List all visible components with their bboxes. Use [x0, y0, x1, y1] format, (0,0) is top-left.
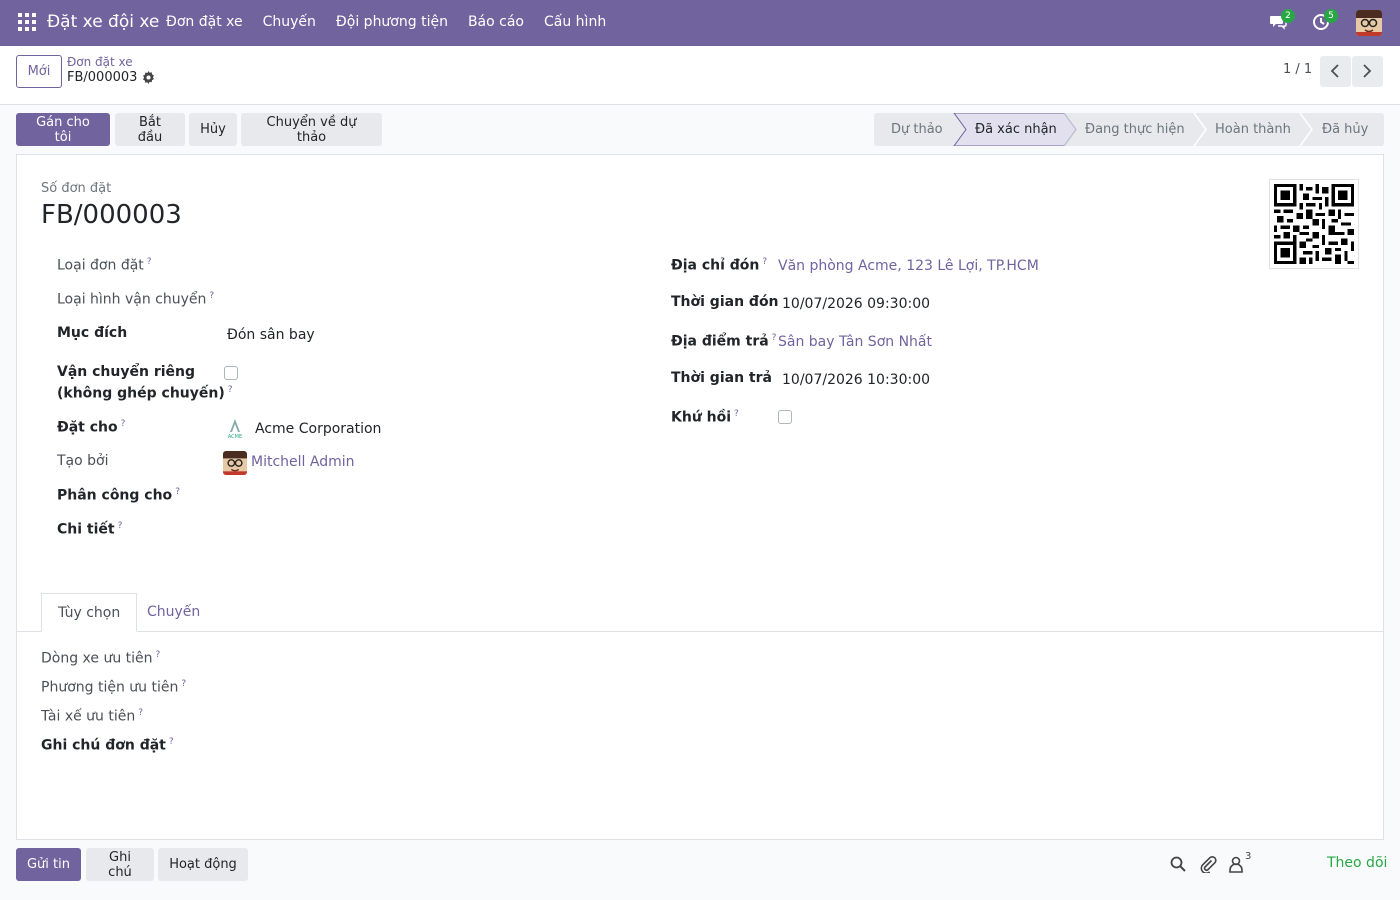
followers-count: 3: [1245, 851, 1252, 862]
user-avatar[interactable]: [1356, 10, 1382, 36]
transport-type-label: Loại hình vận chuyển?: [57, 291, 215, 308]
return-time-label: Thời gian trả: [671, 370, 772, 386]
qr-code: [1269, 179, 1359, 269]
created-by-label: Tạo bởi: [57, 453, 109, 469]
booking-number-label: Số đơn đặt: [41, 181, 112, 196]
control-panel: Mới Đơn đặt xe FB/000003 1 / 1: [0, 46, 1400, 105]
messages-icon[interactable]: 2: [1269, 9, 1295, 33]
stage-confirmed[interactable]: Đã xác nhận: [975, 113, 1057, 146]
purpose-value[interactable]: Đón sân bay: [227, 327, 315, 343]
follow-button[interactable]: Theo dõi: [1327, 855, 1387, 871]
menu-item-reports[interactable]: Báo cáo: [458, 14, 534, 30]
log-note-button[interactable]: Ghi chú: [86, 848, 154, 881]
preferred-model-label: Dòng xe ưu tiên?: [41, 650, 161, 667]
return-time-value[interactable]: 10/07/2026 10:30:00: [782, 372, 930, 388]
pager-next-button[interactable]: [1352, 56, 1383, 87]
followers-icon[interactable]: 3: [1228, 851, 1258, 873]
form-sheet: Số đơn đặt FB/000003 Loại đơn đặt? Loại …: [16, 154, 1384, 840]
booked-for-value[interactable]: Acme Corporation: [255, 421, 381, 437]
pickup-address-label: Địa chỉ đón?: [671, 257, 768, 274]
activity-clock-icon[interactable]: 5: [1312, 9, 1338, 33]
round-trip-label: Khứ hồi?: [671, 409, 739, 426]
tab-trips[interactable]: Chuyến: [131, 593, 216, 632]
menu-item-bookings[interactable]: Đơn đặt xe: [156, 14, 253, 30]
menu-item-config[interactable]: Cấu hình: [534, 14, 616, 30]
breadcrumb[interactable]: Đơn đặt xe: [67, 55, 133, 69]
status-bar: Dự thảo Đã xác nhận Đang thực hiện Hoàn …: [874, 113, 1384, 146]
app-title[interactable]: Đặt xe đội xe: [47, 12, 159, 32]
preferred-driver-label: Tài xế ưu tiên?: [41, 708, 144, 725]
private-transport-label-line2: (không ghép chuyến)?: [57, 385, 233, 402]
new-button[interactable]: Mới: [16, 55, 62, 88]
pickup-time-value[interactable]: 10/07/2026 09:30:00: [782, 296, 930, 312]
reset-to-draft-button[interactable]: Chuyển về dự thảo: [241, 113, 382, 146]
menu-item-trips[interactable]: Chuyến: [253, 14, 326, 30]
booking-type-label: Loại đơn đặt?: [57, 257, 152, 274]
gear-icon[interactable]: [142, 71, 155, 84]
purpose-label: Mục đích: [57, 325, 128, 341]
booking-note-label: Ghi chú đơn đặt?: [41, 737, 174, 754]
app-grid-icon[interactable]: [18, 13, 36, 31]
messages-badge: 2: [1281, 9, 1295, 23]
send-message-button[interactable]: Gửi tin: [16, 848, 81, 881]
booking-number: FB/000003: [41, 200, 182, 230]
stage-draft[interactable]: Dự thảo: [891, 113, 943, 146]
pager-value[interactable]: 1 / 1: [1283, 62, 1312, 77]
creator-avatar: [223, 451, 247, 475]
pickup-address-value[interactable]: Văn phòng Acme, 123 Lê Lợi, TP.HCM: [778, 258, 1039, 274]
tab-options[interactable]: Tùy chọn: [41, 593, 138, 632]
record-name: FB/000003: [67, 70, 138, 85]
dropoff-label: Địa điểm trả?: [671, 333, 777, 350]
round-trip-checkbox[interactable]: [778, 410, 792, 424]
assign-to-me-button[interactable]: Gán cho tôi: [16, 113, 110, 146]
svg-text:ACME: ACME: [228, 434, 242, 440]
preferred-vehicle-label: Phương tiện ưu tiên?: [41, 679, 187, 696]
search-icon[interactable]: [1169, 855, 1187, 873]
details-label: Chi tiết?: [57, 521, 123, 538]
private-transport-checkbox[interactable]: [224, 366, 238, 380]
activities-badge: 5: [1324, 9, 1338, 23]
menu-item-fleet[interactable]: Đội phương tiện: [326, 14, 458, 30]
private-transport-label-line1: Vận chuyển riêng: [57, 364, 196, 380]
cancel-button[interactable]: Hủy: [189, 113, 237, 146]
booked-for-label: Đặt cho?: [57, 419, 126, 436]
paperclip-icon[interactable]: [1199, 855, 1217, 875]
acme-logo: ACME: [223, 417, 247, 441]
tabs-divider: [17, 631, 1383, 632]
pager-previous-button[interactable]: [1320, 56, 1351, 87]
pickup-time-label: Thời gian đón: [671, 294, 779, 310]
assigned-to-label: Phân công cho?: [57, 487, 180, 504]
stage-in-progress[interactable]: Đang thực hiện: [1085, 113, 1185, 146]
main-menu: Đơn đặt xe Chuyến Đội phương tiện Báo cá…: [156, 14, 616, 30]
activity-button[interactable]: Hoạt động: [158, 848, 248, 881]
dropoff-value[interactable]: Sân bay Tân Sơn Nhất: [778, 334, 932, 350]
top-navbar: Đặt xe đội xe Đơn đặt xe Chuyến Đội phươ…: [0, 0, 1400, 46]
stage-cancelled[interactable]: Đã hủy: [1322, 113, 1368, 146]
created-by-value[interactable]: Mitchell Admin: [251, 454, 355, 470]
stage-done[interactable]: Hoàn thành: [1215, 113, 1291, 146]
start-button[interactable]: Bắt đầu: [115, 113, 185, 146]
